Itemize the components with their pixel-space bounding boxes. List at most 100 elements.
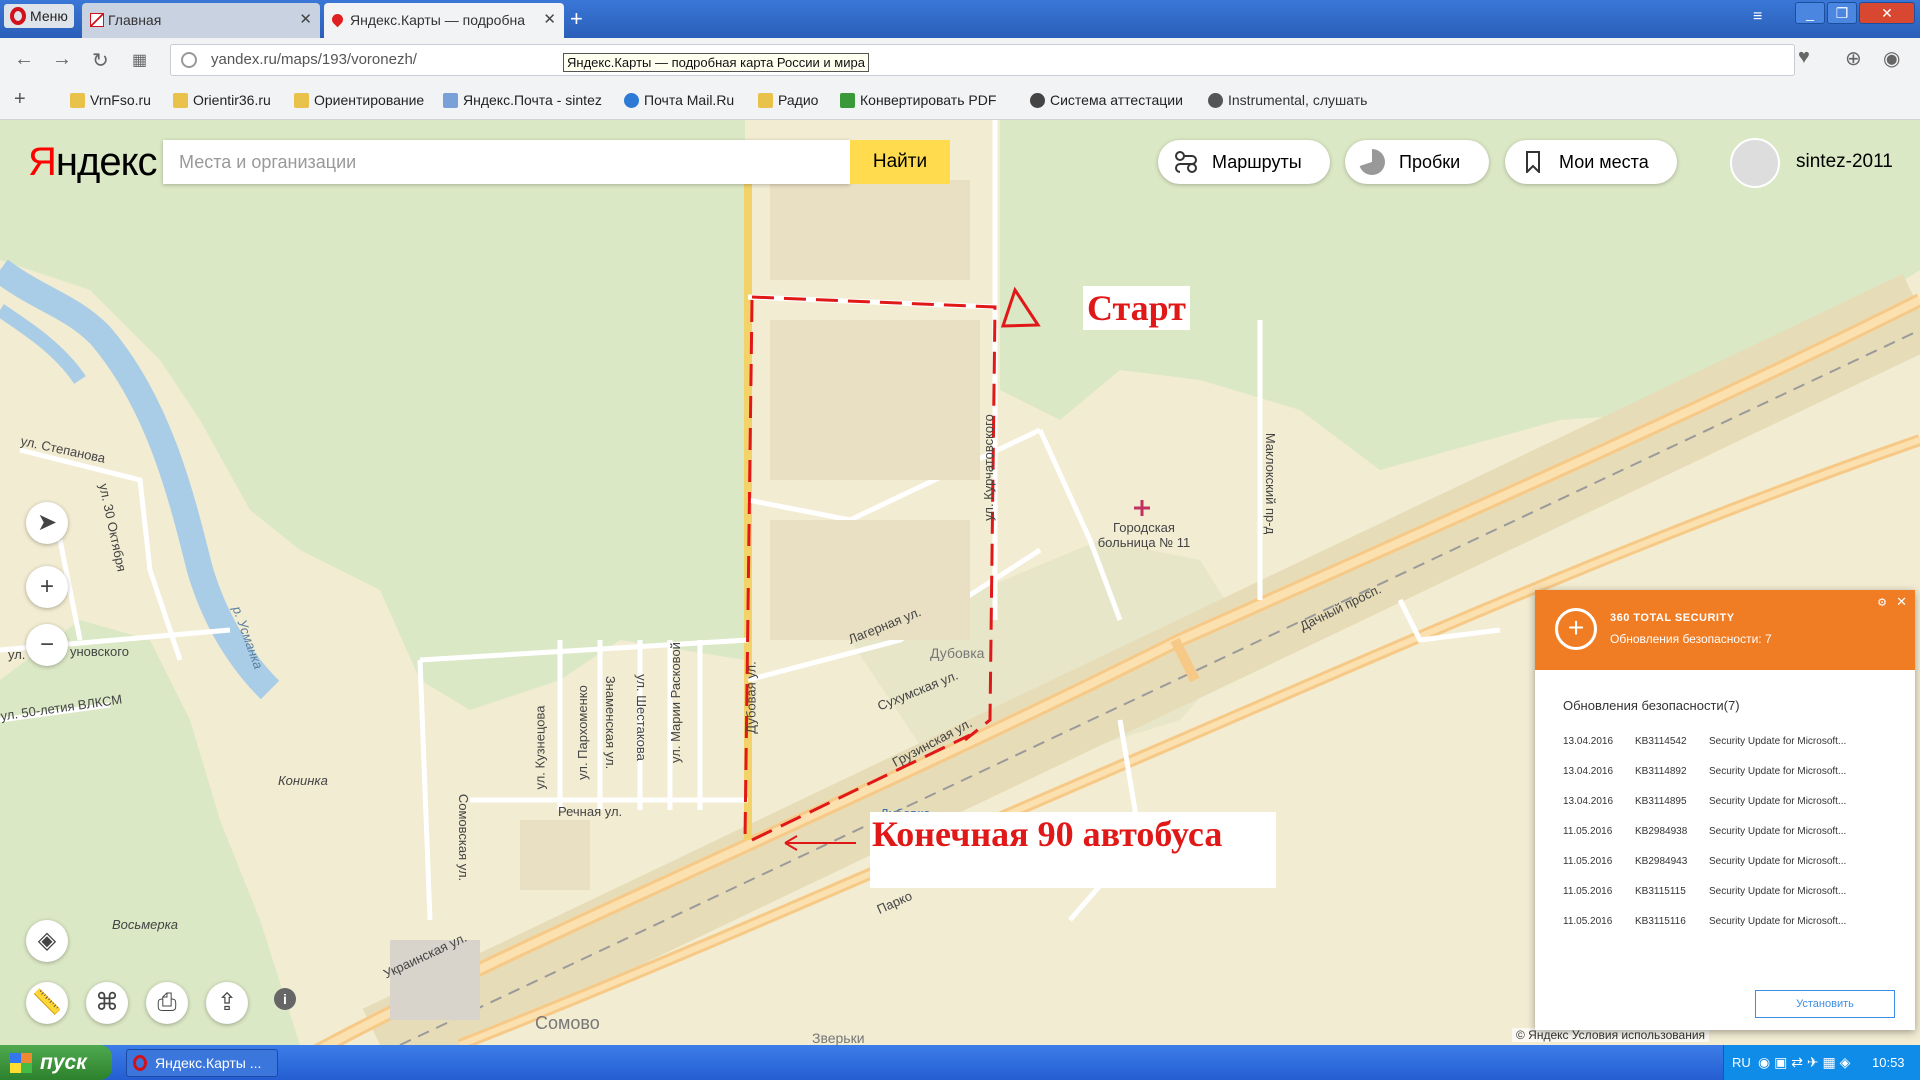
street-label: ул. Пархоменко (574, 685, 590, 780)
update-kb: KB2984943 (1635, 856, 1688, 867)
info-icon[interactable]: i (274, 988, 296, 1010)
update-row[interactable]: 11.05.2016 KB3115115 Security Update for M… (1563, 886, 1879, 897)
certification-icon (1030, 93, 1045, 108)
geolocation-button[interactable]: ➤ (26, 502, 68, 544)
minimize-button[interactable]: _ (1795, 2, 1825, 24)
back-icon[interactable]: ← (14, 48, 34, 71)
bookmark-item[interactable]: Instrumental, слушать (1208, 92, 1367, 108)
account-icon[interactable]: ◉ (1883, 46, 1900, 71)
update-date: 11.05.2016 (1563, 826, 1613, 837)
clock[interactable]: 10:53 (1872, 1045, 1905, 1080)
street-label: Дубовая ул. (743, 661, 759, 734)
district-label: Дубовка (930, 645, 985, 661)
street-label: Речная ул. (558, 804, 623, 819)
install-button[interactable]: Установить (1755, 990, 1895, 1018)
reload-icon[interactable]: ↻ (92, 48, 109, 73)
bookmark-label: Почта Mail.Ru (644, 92, 735, 108)
update-row[interactable]: 13.04.2016 KB3114895 Security Update for M… (1563, 796, 1879, 807)
street-label: ул. (8, 647, 26, 662)
traffic-icon (1359, 149, 1385, 175)
bookmark-label: Яндекс.Почта - sintez (463, 92, 602, 108)
taskbar: пуск Яндекс.Карты ... RU ◉ ▣ ⇄ ✈ ▦ ◈ 10:… (0, 1045, 1920, 1080)
site-info-icon[interactable] (181, 52, 197, 68)
bookmark-label: Instrumental, слушать (1228, 92, 1368, 108)
update-kb: KB3114895 (1635, 796, 1687, 807)
my-places-button[interactable]: Мои места (1505, 140, 1677, 184)
place-label: Конинка (278, 773, 328, 788)
map-pin-icon (329, 11, 346, 28)
start-annotation: Старт (1083, 286, 1190, 330)
street-label: ул. Шестакова (633, 674, 649, 761)
bookmark-item[interactable]: Конвертировать PDF (840, 92, 996, 108)
yandex-logo[interactable]: Яндекс (28, 140, 158, 185)
update-row[interactable]: 11.05.2016 KB2984943 Security Update for M… (1563, 856, 1879, 867)
tray-icons[interactable]: ◉ ▣ ⇄ ✈ ▦ ◈ (1758, 1045, 1850, 1080)
close-tab-icon[interactable]: ✕ (299, 3, 312, 37)
tab-home[interactable]: Главная ✕ (82, 3, 320, 38)
windows-logo-icon (10, 1053, 32, 1073)
bookmarks-bar: + VrnFso.ru Orientir36.ru Ориентирование… (0, 82, 1920, 120)
bookmark-item[interactable]: Orientir36.ru (173, 92, 271, 108)
bookmark-icon (1526, 151, 1540, 173)
folder-icon (70, 93, 85, 108)
bookmark-item[interactable]: VrnFso.ru (70, 92, 151, 108)
forward-icon[interactable]: → (52, 48, 72, 71)
language-indicator[interactable]: RU (1732, 1045, 1751, 1080)
logo-red-letter: Я (28, 140, 57, 184)
share-button[interactable]: ⇪ (206, 982, 248, 1024)
bookmark-label: Orientir36.ru (193, 92, 271, 108)
tab-menu-icon[interactable]: ≡ (1753, 8, 1762, 26)
download-icon[interactable]: ⊕ (1845, 46, 1862, 71)
close-tab-icon[interactable]: ✕ (543, 3, 556, 37)
update-name: Security Update for Microsoft... (1709, 856, 1847, 867)
username: sintez-2011 (1796, 151, 1893, 172)
bookmark-label: Конвертировать PDF (860, 92, 997, 108)
tab-yandex-maps[interactable]: Яндекс.Карты — подробна ✕ (324, 3, 564, 38)
task-label: Яндекс.Карты ... (155, 1055, 262, 1071)
hospital-label[interactable]: Городская больница № 11 (1094, 520, 1194, 550)
add-bookmark-icon[interactable]: + (14, 88, 26, 111)
bookmark-item[interactable]: Радио (758, 92, 818, 108)
place-label: Восьмерка (112, 917, 178, 932)
close-window-button[interactable]: ✕ (1859, 2, 1915, 24)
tab-tooltip: Яндекс.Карты — подробная карта России и … (563, 53, 869, 72)
new-tab-icon[interactable]: + (570, 6, 583, 32)
print-button[interactable]: ⎙ (146, 982, 188, 1024)
bookmark-item[interactable]: Почта Mail.Ru (624, 92, 734, 108)
layers-button[interactable]: ◈ (26, 920, 68, 962)
maximize-button[interactable]: ❐ (1827, 2, 1857, 24)
close-icon[interactable]: ✕ (1896, 594, 1907, 610)
search-input[interactable]: Места и организации (163, 140, 850, 184)
update-name: Security Update for Microsoft... (1709, 736, 1847, 747)
route-icon (1175, 151, 1197, 173)
zoom-in-button[interactable]: + (26, 566, 68, 608)
traffic-button[interactable]: Пробки (1345, 140, 1489, 184)
copyright-text[interactable]: © Яндекс Условия использования (1512, 1028, 1710, 1042)
bookmark-item[interactable]: Система аттестации (1030, 92, 1183, 108)
zoom-out-button[interactable]: − (26, 624, 68, 666)
bookmark-item[interactable]: Ориентирование (294, 92, 424, 108)
update-date: 13.04.2016 (1563, 766, 1614, 777)
browser-menu-button[interactable]: Меню (4, 4, 74, 28)
routes-button[interactable]: Маршруты (1158, 140, 1330, 184)
bookmark-item[interactable]: Яндекс.Почта - sintez (443, 92, 602, 108)
speed-dial-icon[interactable]: ▦ (132, 50, 147, 70)
update-row[interactable]: 13.04.2016 KB3114542 Security Update for M… (1563, 736, 1879, 747)
update-date: 13.04.2016 (1563, 736, 1614, 747)
panorama-button[interactable]: ⌘ (86, 982, 128, 1024)
play-icon (1208, 93, 1223, 108)
update-row[interactable]: 13.04.2016 KB3114892 Security Update for M… (1563, 766, 1879, 777)
start-button[interactable]: пуск (0, 1045, 112, 1080)
folder-icon (758, 93, 773, 108)
avatar[interactable] (1730, 138, 1780, 188)
update-row[interactable]: 11.05.2016 KB2984938 Security Update for M… (1563, 826, 1879, 837)
taskbar-item-yandex-maps[interactable]: Яндекс.Карты ... (126, 1049, 278, 1077)
address-field[interactable]: yandex.ru/maps/193/voronezh/ (170, 44, 1795, 76)
street-label: ул. Кузнецова (532, 705, 548, 790)
ruler-button[interactable]: 📏 (26, 982, 68, 1024)
settings-icon[interactable]: ⚙ (1877, 596, 1887, 609)
update-row[interactable]: 11.05.2016 KB3115116 Security Update for M… (1563, 916, 1879, 927)
find-button[interactable]: Найти (850, 140, 950, 184)
heart-bookmark-icon[interactable]: ♥ (1798, 46, 1810, 69)
user-profile[interactable]: sintez-2011 (1730, 138, 1893, 188)
